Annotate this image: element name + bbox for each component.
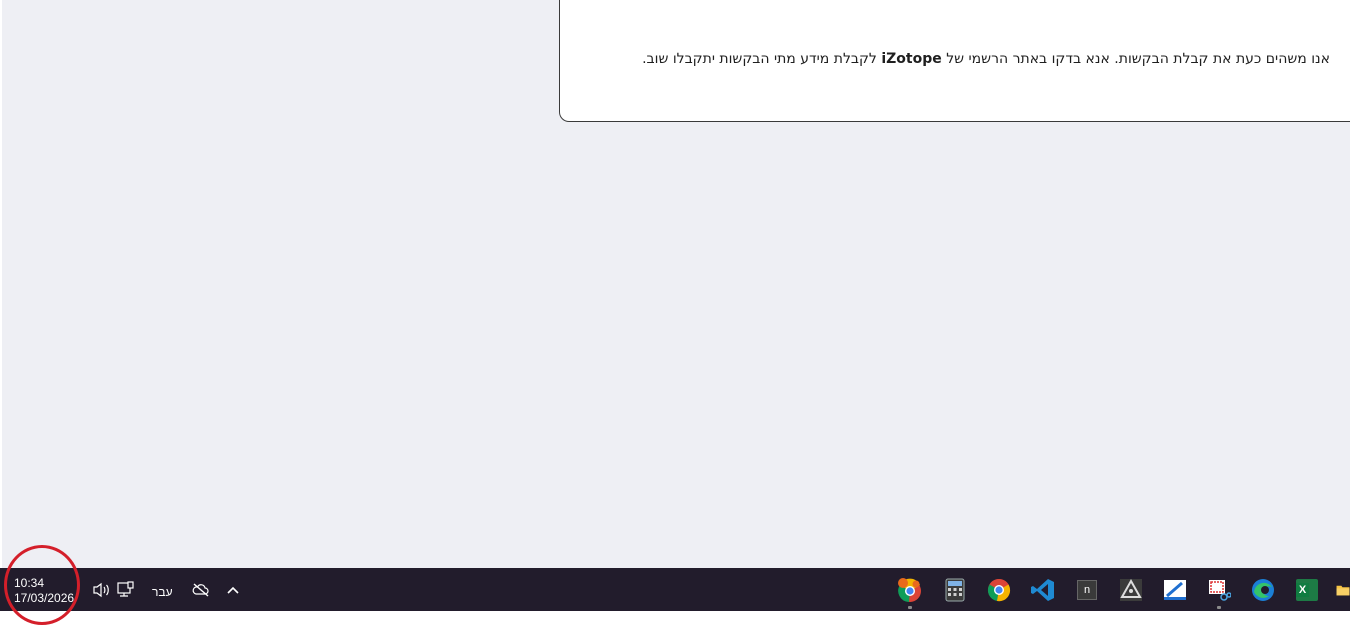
cloud-off-icon[interactable] xyxy=(191,580,211,600)
page-content: אנו משהים כעת את קבלת הבקשות. אנא בדקו ב… xyxy=(2,0,1350,568)
vscode-app-icon[interactable] xyxy=(1030,577,1056,603)
snipping-tool-app-icon[interactable] xyxy=(1206,577,1232,609)
notice-text: אנו משהים כעת את קבלת הבקשות. אנא בדקו ב… xyxy=(642,51,1330,67)
excel-app-icon[interactable]: X xyxy=(1294,577,1320,603)
running-indicator xyxy=(1217,606,1221,609)
edge-app-icon[interactable] xyxy=(1250,577,1276,603)
network-icon[interactable] xyxy=(115,580,135,600)
calculator-app-icon[interactable] xyxy=(942,577,968,603)
notepad-n-label: n xyxy=(1077,580,1097,600)
bottom-strip xyxy=(0,611,1350,631)
chrome-profile-app-icon[interactable] xyxy=(897,577,923,609)
running-indicator xyxy=(908,606,912,609)
notice-text-part2: לקבלת מידע מתי הבקשות יתקבלו שוב. xyxy=(642,51,882,67)
notice-panel: אנו משהים כעת את קבלת הבקשות. אנא בדקו ב… xyxy=(559,0,1350,122)
taskbar: 10:34 17/03/2026 עבר n X xyxy=(0,568,1350,611)
file-explorer-app-icon[interactable] xyxy=(1336,577,1350,603)
taskbar-clock[interactable]: 10:34 17/03/2026 xyxy=(14,576,74,606)
clock-date: 17/03/2026 xyxy=(14,591,75,605)
speaker-icon[interactable] xyxy=(91,580,111,600)
notice-brand: iZotope xyxy=(881,51,942,67)
chrome-app-icon[interactable] xyxy=(986,577,1012,603)
language-indicator[interactable]: עבר xyxy=(152,585,173,599)
paint-app-icon[interactable] xyxy=(1162,577,1188,603)
notepad-n-app-icon[interactable]: n xyxy=(1074,577,1100,603)
clock-time: 10:34 xyxy=(14,576,45,590)
inkscape-app-icon[interactable] xyxy=(1118,577,1144,603)
chevron-up-icon[interactable] xyxy=(223,580,243,600)
notice-text-part1: אנו משהים כעת את קבלת הבקשות. אנא בדקו ב… xyxy=(941,51,1330,67)
excel-label: X xyxy=(1296,583,1309,597)
